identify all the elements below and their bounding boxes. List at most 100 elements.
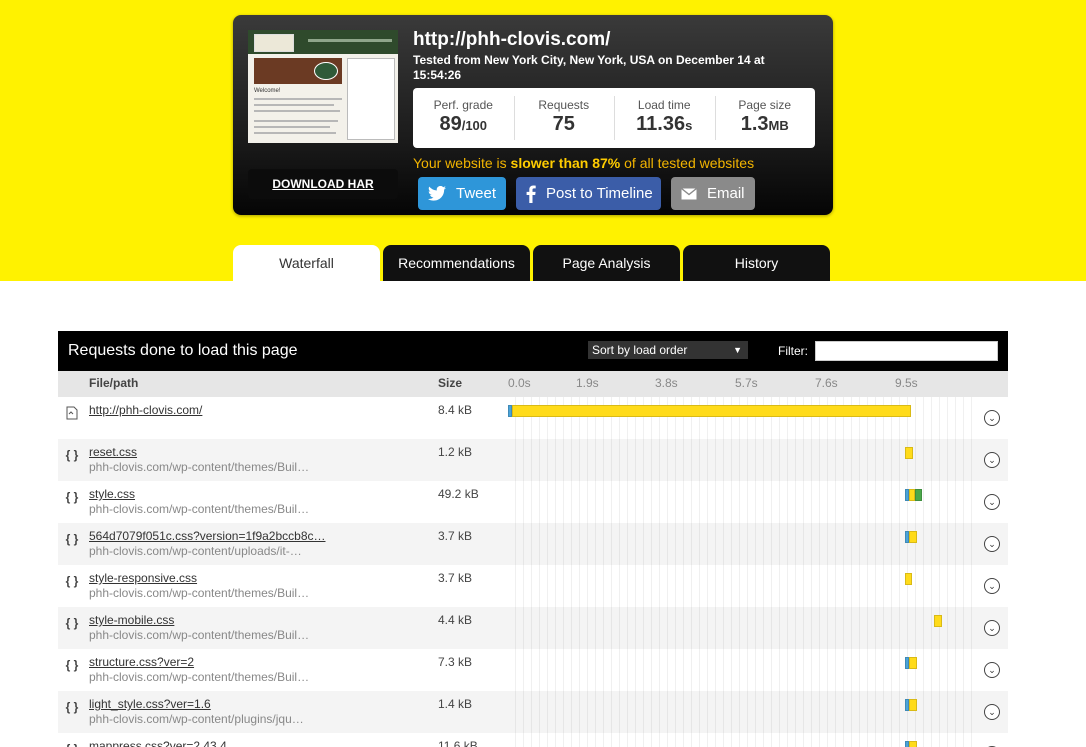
request-path: phh-clovis.com/wp-content/themes/Buil… xyxy=(89,670,310,684)
table-row[interactable]: { } structure.css?ver=2 phh-clovis.com/wp-… xyxy=(58,649,1008,691)
expand-chevron-icon[interactable]: ⌄ xyxy=(984,620,1000,636)
request-size: 3.7 kB xyxy=(438,529,473,543)
table-row[interactable]: { } light_style.css?ver=1.6 phh-clovis.com… xyxy=(58,691,1008,733)
css-icon: { } xyxy=(65,658,79,672)
email-button[interactable]: Email xyxy=(671,177,755,210)
timeline-track xyxy=(508,565,978,607)
page-icon xyxy=(65,406,79,423)
facebook-f-icon xyxy=(526,184,536,203)
post-to-timeline-button[interactable]: Post to Timeline xyxy=(516,177,661,210)
css-icon: { } xyxy=(65,742,79,747)
timeline-track xyxy=(508,691,978,733)
css-icon: { } xyxy=(65,448,79,462)
request-name-link[interactable]: style-mobile.css xyxy=(89,613,174,627)
filter-input[interactable] xyxy=(815,341,998,361)
metric-page-size: Page size 1.3MB xyxy=(714,88,816,148)
timeline-track xyxy=(508,481,978,523)
request-size: 7.3 kB xyxy=(438,655,473,669)
expand-chevron-icon[interactable]: ⌄ xyxy=(984,536,1000,552)
timing-bar-segment[interactable] xyxy=(909,531,918,543)
metrics-panel: Perf. grade 89/100 Requests 75 Load time… xyxy=(413,88,815,148)
metric-requests: Requests 75 xyxy=(513,88,615,148)
sort-dropdown[interactable]: Sort by load order ▼ xyxy=(588,341,748,359)
time-tick: 0.0s xyxy=(508,376,531,390)
expand-chevron-icon[interactable]: ⌄ xyxy=(984,704,1000,720)
timing-bar-segment[interactable] xyxy=(904,447,914,459)
request-path: phh-clovis.com/wp-content/themes/Buil… xyxy=(89,502,310,516)
envelope-icon xyxy=(681,187,697,200)
request-path: phh-clovis.com/wp-content/themes/Buil… xyxy=(89,460,310,474)
waterfall-header: Requests done to load this page Sort by … xyxy=(58,331,1008,371)
timing-bar-segment[interactable] xyxy=(934,615,942,627)
timeline-track xyxy=(508,649,978,691)
tab-page-analysis[interactable]: Page Analysis xyxy=(533,245,680,281)
table-row[interactable]: { } style-responsive.css phh-clovis.com/wp… xyxy=(58,565,1008,607)
request-size: 49.2 kB xyxy=(438,487,479,501)
table-row[interactable]: { } style.css phh-clovis.com/wp-content/th… xyxy=(58,481,1008,523)
column-header: File/path Size 0.0s 1.9s 3.8s 5.7s 7.6s … xyxy=(58,371,1008,397)
comparison-text: Your website is slower than 87% of all t… xyxy=(413,155,755,171)
request-path: phh-clovis.com/wp-content/themes/Buil… xyxy=(89,628,310,642)
request-size: 3.7 kB xyxy=(438,571,473,585)
timeline-track xyxy=(508,607,978,649)
table-row[interactable]: { } style-mobile.css phh-clovis.com/wp-con… xyxy=(58,607,1008,649)
metric-perf-grade: Perf. grade 89/100 xyxy=(433,98,493,135)
time-tick: 5.7s xyxy=(735,376,758,390)
table-row[interactable]: http://phh-clovis.com/8.4 kB ⌄ xyxy=(58,397,1008,439)
column-size[interactable]: Size xyxy=(438,376,462,390)
css-icon: { } xyxy=(65,574,79,588)
timeline-track xyxy=(508,439,978,481)
request-size: 8.4 kB xyxy=(438,403,473,417)
request-name-link[interactable]: 564d7079f051c.css?version=1f9a2bccb8c… xyxy=(89,529,326,543)
tested-url: http://phh-clovis.com/ xyxy=(413,29,611,50)
css-icon: { } xyxy=(65,700,79,714)
expand-chevron-icon[interactable]: ⌄ xyxy=(984,494,1000,510)
waterfall-title: Requests done to load this page xyxy=(68,342,298,359)
expand-chevron-icon[interactable]: ⌄ xyxy=(984,662,1000,678)
request-name-link[interactable]: structure.css?ver=2 xyxy=(89,655,194,669)
request-name-link[interactable]: reset.css xyxy=(89,445,137,459)
css-icon: { } xyxy=(65,532,79,546)
expand-chevron-icon[interactable]: ⌄ xyxy=(984,578,1000,594)
filter-label: Filter: xyxy=(778,344,808,358)
request-path: phh-clovis.com/wp-content/themes/Buil… xyxy=(89,586,310,600)
timing-bar-segment[interactable] xyxy=(909,699,918,711)
expand-chevron-icon[interactable]: ⌄ xyxy=(984,410,1000,426)
timing-bar-segment[interactable] xyxy=(909,741,918,747)
test-info: Tested from New York City, New York, USA… xyxy=(413,53,765,82)
request-name-link[interactable]: style-responsive.css xyxy=(89,571,197,585)
time-tick: 9.5s xyxy=(895,376,918,390)
request-path: phh-clovis.com/wp-content/uploads/it-… xyxy=(89,544,302,558)
twitter-bird-icon xyxy=(428,186,446,201)
request-size: 11.6 kB xyxy=(438,739,478,747)
timing-bar-segment[interactable] xyxy=(915,489,922,501)
summary-card: Welcome! DOWNLOAD HAR http://phh-clovis.… xyxy=(233,15,833,215)
timing-bar-segment[interactable] xyxy=(904,573,913,585)
download-har-button[interactable]: DOWNLOAD HAR xyxy=(248,169,398,199)
tab-history[interactable]: History xyxy=(683,245,830,281)
request-name-link[interactable]: style.css xyxy=(89,487,135,501)
dropdown-arrow-icon: ▼ xyxy=(733,345,742,355)
timing-bar-segment[interactable] xyxy=(909,657,918,669)
tab-recommendations[interactable]: Recommendations xyxy=(383,245,530,281)
site-thumbnail: Welcome! xyxy=(248,30,398,143)
request-name-link[interactable]: light_style.css?ver=1.6 xyxy=(89,697,211,711)
timing-bar-segment[interactable] xyxy=(511,405,911,417)
request-name-link[interactable]: http://phh-clovis.com/ xyxy=(89,403,202,417)
timeline-track xyxy=(508,397,978,439)
table-row[interactable]: { }mappress.css?ver=2.43.411.6 kB⌄ xyxy=(58,733,1008,747)
metric-load-time: Load time 11.36s xyxy=(614,88,715,148)
expand-chevron-icon[interactable]: ⌄ xyxy=(984,452,1000,468)
column-file[interactable]: File/path xyxy=(89,376,138,390)
table-row[interactable]: { } reset.css phh-clovis.com/wp-content/th… xyxy=(58,439,1008,481)
tab-waterfall[interactable]: Waterfall xyxy=(233,245,380,281)
css-icon: { } xyxy=(65,490,79,504)
request-name-link[interactable]: mappress.css?ver=2.43.4 xyxy=(89,739,227,747)
request-size: 1.2 kB xyxy=(438,445,473,459)
css-icon: { } xyxy=(65,616,79,630)
timeline-track xyxy=(508,523,978,565)
tweet-button[interactable]: Tweet xyxy=(418,177,506,210)
time-tick: 7.6s xyxy=(815,376,838,390)
waterfall-panel: Requests done to load this page Sort by … xyxy=(58,331,1008,747)
table-row[interactable]: { } 564d7079f051c.css?version=1f9a2bccb8c… xyxy=(58,523,1008,565)
